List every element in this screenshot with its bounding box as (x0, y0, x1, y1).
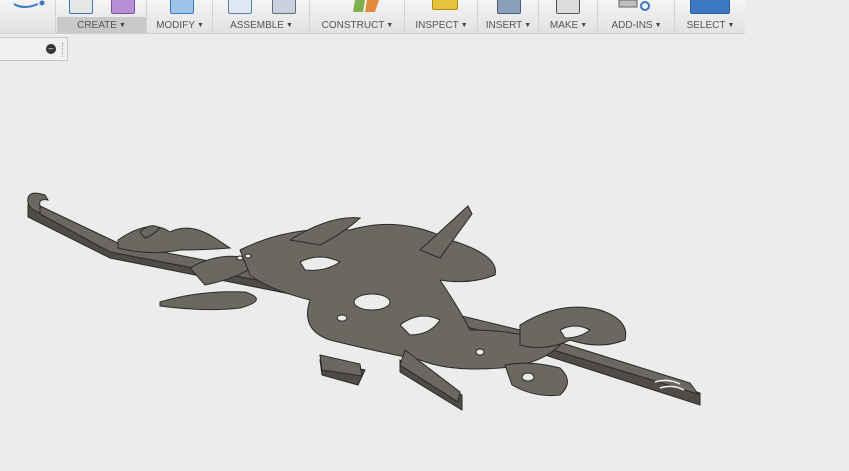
canvas-viewport[interactable] (0, 0, 849, 471)
model-body[interactable] (27, 192, 701, 411)
